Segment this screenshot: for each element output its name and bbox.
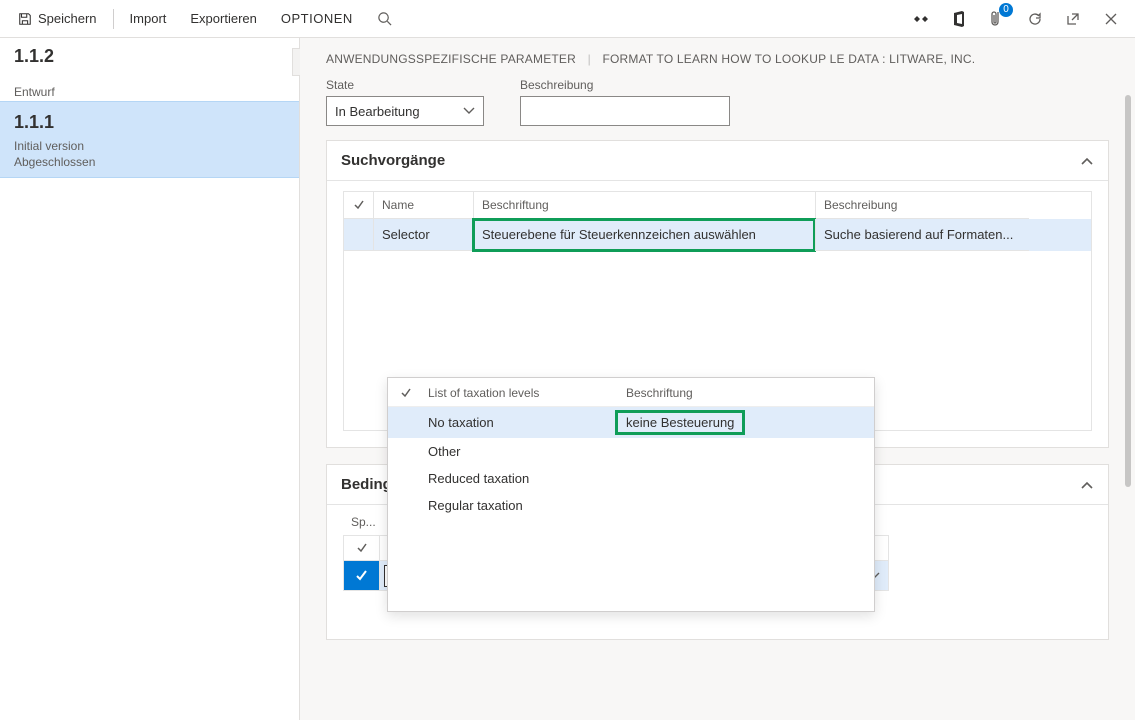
chevron-down-icon: [463, 107, 475, 115]
state-select[interactable]: In Bearbeitung: [326, 96, 484, 126]
attachments-badge: 0: [999, 3, 1013, 17]
import-button[interactable]: Import: [120, 0, 177, 38]
save-button[interactable]: Speichern: [8, 0, 107, 38]
taxation-dropdown-popup: List of taxation levels Beschriftung No …: [387, 377, 875, 612]
col-name-header[interactable]: Name: [373, 192, 473, 219]
main-area: ANWENDUNGSSPEZIFISCHE PARAMETER | FORMAT…: [300, 38, 1135, 720]
col-desc-header[interactable]: Beschreibung: [815, 192, 1029, 219]
cond-check-header[interactable]: [343, 535, 379, 561]
description-input[interactable]: [520, 96, 730, 126]
state-field: State In Bearbeitung: [326, 78, 484, 126]
breadcrumb: ANWENDUNGSSPEZIFISCHE PARAMETER | FORMAT…: [300, 38, 1135, 72]
check-icon: [400, 387, 412, 399]
separator: [113, 9, 114, 29]
chevron-up-icon: [1080, 480, 1094, 490]
attachments-button[interactable]: 0: [983, 5, 1011, 33]
popup-row-regular[interactable]: Regular taxation: [388, 492, 874, 519]
popup-row-other[interactable]: Other: [388, 438, 874, 465]
chevron-up-icon: [1080, 156, 1094, 166]
popup-col1-header[interactable]: List of taxation levels: [428, 386, 626, 400]
check-icon: [353, 199, 365, 211]
collapse-button[interactable]: [1080, 156, 1094, 166]
lookups-title: Suchvorgänge: [341, 152, 445, 169]
top-toolbar: Speichern Import Exportieren OPTIONEN 0: [0, 0, 1135, 38]
lookup-label-cell: Steuerebene für Steuerkennzeichen auswäh…: [473, 219, 815, 251]
version-sidebar: 1.1.2 Entwurf 1.1.1 Initial version Abge…: [0, 38, 300, 720]
popup-col2-header[interactable]: Beschriftung: [626, 386, 862, 400]
popup-row-reduced[interactable]: Reduced taxation: [388, 465, 874, 492]
popout-button[interactable]: [1059, 5, 1087, 33]
check-icon: [356, 542, 368, 554]
row-selected-check[interactable]: [343, 561, 379, 591]
vertical-scrollbar[interactable]: [1125, 95, 1131, 487]
close-button[interactable]: [1097, 5, 1125, 33]
popup-row-no-taxation[interactable]: No taxation keine Besteuerung: [388, 407, 874, 438]
export-button[interactable]: Exportieren: [180, 0, 266, 38]
refresh-button[interactable]: [1021, 5, 1049, 33]
options-button[interactable]: OPTIONEN: [271, 0, 363, 38]
description-field: Beschreibung: [520, 78, 730, 126]
checkmark-header[interactable]: [343, 192, 373, 219]
col-label-header[interactable]: Beschriftung: [473, 192, 815, 219]
connect-icon[interactable]: [907, 5, 935, 33]
office-icon[interactable]: [945, 5, 973, 33]
lookups-panel: Suchvorgänge Name Beschriftung Beschreib…: [326, 140, 1109, 448]
search-icon: [377, 11, 392, 26]
save-icon: [18, 12, 32, 26]
sidebar-item-112[interactable]: 1.1.2: [0, 38, 299, 71]
sidebar-item-111[interactable]: 1.1.1 Initial version Abgeschlossen: [0, 101, 299, 178]
sidebar-status-entwurf: Entwurf: [0, 83, 299, 101]
lookup-row[interactable]: Selector Steuerebene für Steuerkennzeich…: [343, 219, 1092, 251]
save-label: Speichern: [38, 11, 97, 26]
check-icon: [355, 569, 369, 583]
search-button[interactable]: [367, 0, 402, 38]
collapse-button[interactable]: [1080, 480, 1094, 490]
